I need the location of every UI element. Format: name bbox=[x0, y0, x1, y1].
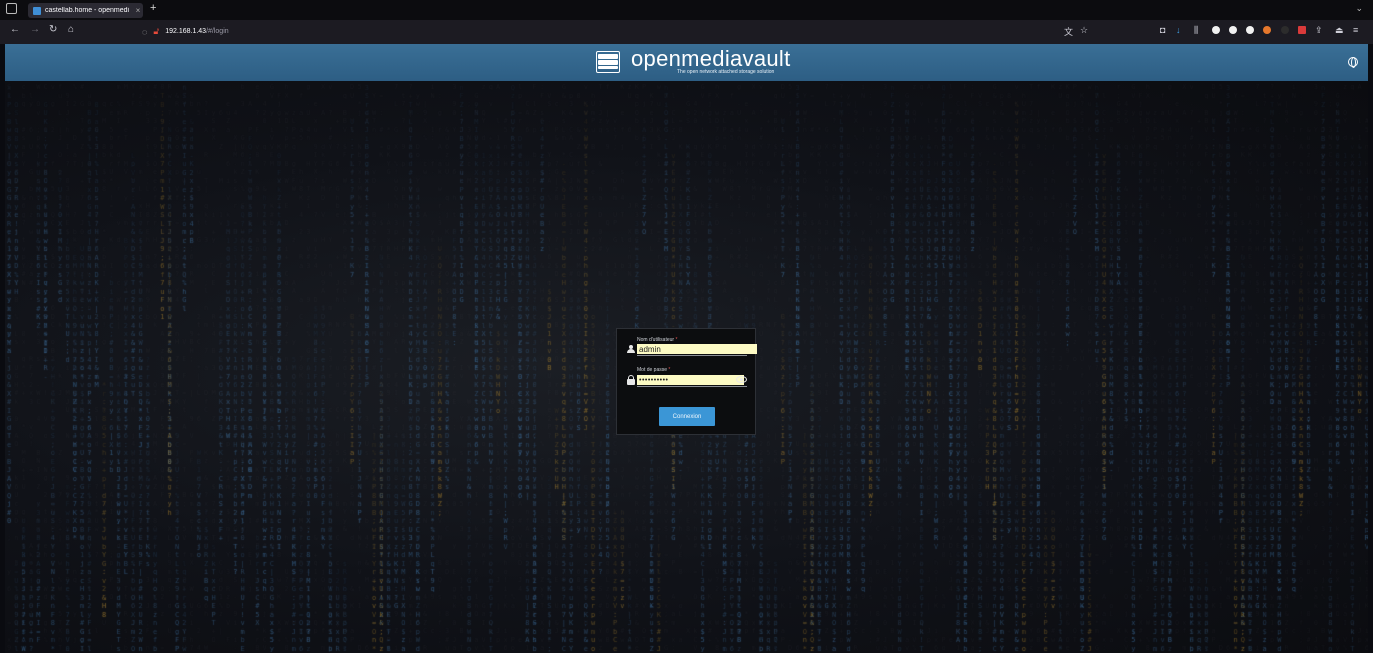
tracking-shield-icon[interactable]: ◌ bbox=[142, 27, 147, 37]
favicon-icon bbox=[33, 6, 41, 15]
reload-icon[interactable]: ↻ bbox=[49, 24, 57, 35]
app-header: openmediavault The open network attached… bbox=[5, 44, 1368, 82]
url-path: /#/login bbox=[206, 28, 229, 35]
url-host: 192.168.1.43 bbox=[165, 28, 207, 35]
account-icon[interactable]: ⏏ bbox=[1335, 25, 1344, 36]
downloads-icon[interactable]: ↓ bbox=[1176, 25, 1181, 35]
url-bar[interactable]: ◌ 🔓︎ 192.168.1.43 /#/login bbox=[142, 22, 1092, 41]
tab-close-icon[interactable]: × bbox=[133, 6, 143, 15]
login-form: Nom d'utilisateur * Mot de passe * Conne… bbox=[616, 328, 757, 435]
forward-icon[interactable]: → bbox=[30, 24, 40, 35]
tab-title: castellab.home - openmedi bbox=[45, 7, 130, 14]
back-icon[interactable]: ← bbox=[10, 24, 20, 35]
extension-icon[interactable] bbox=[1212, 26, 1220, 34]
app-name: openmediavault bbox=[631, 46, 791, 71]
openmediavault-logo-icon bbox=[596, 51, 620, 73]
app-tagline: The open network attached storage soluti… bbox=[677, 69, 775, 75]
library-icon[interactable]: ⫼ bbox=[1194, 25, 1198, 36]
browser-toolbar: ← → ↻ ⌂ ◌ 🔓︎ 192.168.1.43 /#/login 文 ☆ ◘… bbox=[0, 20, 1373, 44]
pocket-icon[interactable]: ◘ bbox=[1160, 25, 1165, 35]
menu-icon[interactable]: ≡ bbox=[1353, 25, 1358, 35]
login-button[interactable]: Connexion bbox=[659, 407, 715, 426]
extension-icon[interactable] bbox=[1229, 26, 1237, 34]
extension-icon[interactable] bbox=[1281, 26, 1289, 34]
list-all-tabs-icon[interactable]: ⌄ bbox=[1355, 3, 1363, 14]
bookmark-star-icon[interactable]: ☆ bbox=[1080, 25, 1088, 36]
lock-icon bbox=[627, 375, 635, 385]
username-input[interactable] bbox=[637, 344, 757, 354]
translate-icon[interactable]: 文 bbox=[1064, 25, 1073, 38]
extension-icon[interactable] bbox=[1246, 26, 1254, 34]
insecure-lock-icon[interactable]: 🔓︎ bbox=[153, 26, 159, 37]
browser-tab[interactable]: castellab.home - openmedi × bbox=[28, 3, 143, 18]
new-tab-button[interactable]: + bbox=[150, 2, 156, 14]
show-password-eye-icon[interactable] bbox=[736, 376, 747, 383]
extension-icon[interactable] bbox=[1298, 26, 1306, 34]
username-field-row bbox=[627, 343, 757, 356]
home-icon[interactable]: ⌂ bbox=[68, 24, 74, 35]
language-globe-icon[interactable] bbox=[1348, 57, 1358, 68]
password-field-row bbox=[627, 374, 747, 387]
password-label: Mot de passe * bbox=[637, 367, 671, 373]
browser-tab-bar: castellab.home - openmedi × + ⌄ bbox=[0, 0, 1373, 20]
user-icon bbox=[627, 345, 635, 353]
tab-list-icon[interactable] bbox=[6, 3, 17, 14]
extensions-puzzle-icon[interactable]: ⇪ bbox=[1315, 25, 1323, 36]
extension-icon[interactable] bbox=[1263, 26, 1271, 34]
password-input[interactable] bbox=[637, 375, 744, 385]
